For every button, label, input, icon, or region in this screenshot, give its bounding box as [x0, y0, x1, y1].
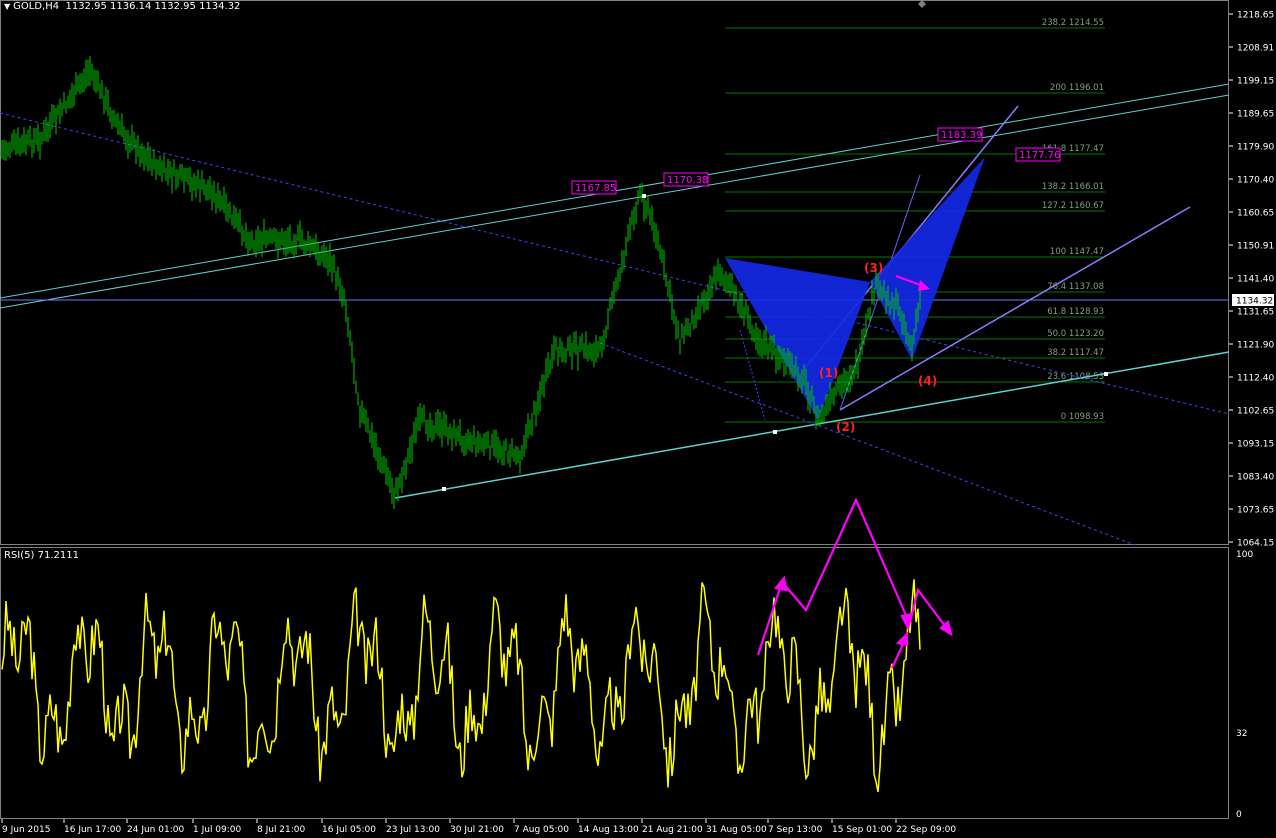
time-axis: 9 Jun 2015 16 Jun 17:00 24 Jun 01:00 1 Jul … [1, 819, 956, 835]
pattern-leg-dotted [739, 329, 766, 421]
price-tag-text: 1183.39 [941, 130, 982, 141]
time-axis-label: 31 Aug 05:00 [706, 825, 767, 835]
fib-level-label: 200 1196.01 [1050, 83, 1104, 93]
price-axis-label: 1199.15 [1237, 77, 1274, 87]
time-axis-label: 9 Jun 2015 [2, 825, 50, 835]
price-axis-label: 1112.40 [1237, 374, 1274, 384]
current-price-text: 1134.32 [1236, 297, 1273, 307]
time-axis-label: 30 Jul 21:00 [450, 825, 504, 835]
rsi-line [1, 579, 921, 793]
price-tag[interactable]: 1177.76 [1015, 147, 1061, 162]
time-axis-label: 7 Aug 05:00 [514, 825, 569, 835]
price-axis-label: 1150.91 [1237, 242, 1274, 252]
price-tag[interactable]: 1170.38 [663, 172, 709, 187]
price-tag-text: 1177.76 [1019, 150, 1060, 161]
fib-level-label: 138.2 1166.01 [1042, 182, 1104, 192]
price-tag-text: 1167.85 [575, 183, 616, 194]
rsi-indicator [1, 579, 921, 793]
fib-level-label: 61.8 1128.93 [1047, 307, 1104, 317]
time-axis-label: 15 Sep 01:00 [832, 825, 892, 835]
price-axis-label: 1141.40 [1237, 275, 1274, 285]
time-axis-label: 16 Jun 17:00 [64, 825, 121, 835]
price-tag[interactable]: 1167.85 [571, 180, 617, 195]
time-axis-label: 14 Aug 13:00 [578, 825, 639, 835]
chart-header: ▼ GOLD,H4 1132.95 1136.14 1132.95 1134.32 [4, 1, 240, 12]
fib-level-label: 76.4 1137.08 [1047, 282, 1104, 292]
price-axis-label: 1064.15 [1237, 539, 1274, 549]
price-axis-label: 1093.15 [1237, 440, 1274, 450]
ohlc-values: 1132.95 1136.14 1132.95 1134.32 [65, 1, 241, 12]
price-axis-label: 1218.65 [1237, 11, 1274, 21]
fib-level-label: 23.6 1108.53 [1047, 372, 1104, 382]
anchor-point[interactable] [1104, 372, 1108, 376]
rsi-axis: 100 32 0 [1236, 550, 1253, 820]
price-axis-label: 1121.90 [1237, 341, 1274, 351]
time-axis-label: 24 Jun 01:00 [127, 825, 184, 835]
current-price-marker: 1134.32 [1232, 294, 1274, 307]
wave-label-1: (1) [819, 366, 838, 380]
fib-level-label: 127.2 1160.67 [1042, 201, 1104, 211]
price-chart[interactable]: 238.2 1214.55200 1196.01161.8 1177.47138… [0, 0, 1276, 838]
price-axis-label: 1170.40 [1237, 176, 1274, 186]
price-axis-label: 1208.91 [1237, 44, 1274, 54]
symbol-label: GOLD,H4 [13, 1, 60, 12]
fib-level-label: 238.2 1214.55 [1042, 18, 1104, 28]
price-tag[interactable]: 1183.39 [937, 127, 983, 142]
price-axis: 1218.65 1208.91 1199.15 1189.65 1179.90 1170.… [1229, 11, 1274, 549]
time-axis-label: 22 Sep 09:00 [896, 825, 956, 835]
diamond-icon [918, 0, 926, 8]
price-axis-label: 1102.65 [1237, 407, 1274, 417]
harmonic-pattern[interactable] [725, 157, 985, 420]
pattern-triangle-2[interactable] [870, 157, 985, 360]
time-axis-label: 21 Aug 21:00 [642, 825, 703, 835]
wave-label-2: (2) [836, 420, 855, 434]
fib-level-label: 38.2 1117.47 [1047, 348, 1104, 358]
time-axis-label: 1 Jul 09:00 [193, 825, 242, 835]
price-axis-label: 1073.65 [1237, 506, 1274, 516]
rsi-axis-label: 32 [1236, 729, 1247, 739]
price-axis-label: 1179.90 [1237, 143, 1274, 153]
time-axis-label: 16 Jul 05:00 [322, 825, 376, 835]
time-axis-label: 7 Sep 13:00 [768, 825, 823, 835]
time-axis-label: 8 Jul 21:00 [257, 825, 306, 835]
fib-level-label: 0 1098.93 [1061, 412, 1104, 422]
main-panel-frame [0, 0, 1229, 545]
anchor-point[interactable] [642, 194, 646, 198]
wave-label-3: (3) [864, 261, 883, 275]
price-axis-label: 1160.65 [1237, 209, 1274, 219]
rsi-label: RSI(5) 71.2111 [4, 550, 79, 561]
anchor-point[interactable] [773, 430, 777, 434]
rsi-axis-label: 0 [1236, 810, 1242, 820]
wave-label-4: (4) [918, 374, 937, 388]
rsi-axis-label: 100 [1236, 550, 1253, 560]
price-axis-label: 1189.65 [1237, 110, 1274, 120]
price-tag-text: 1170.38 [667, 175, 708, 186]
time-axis-label: 23 Jul 13:00 [386, 825, 440, 835]
price-axis-label: 1083.40 [1237, 473, 1274, 483]
price-axis-label: 1131.65 [1237, 308, 1274, 318]
rsi-panel-frame [0, 547, 1229, 819]
menu-arrow-icon[interactable]: ▼ [4, 2, 10, 11]
fib-level-label: 100 1147.47 [1050, 247, 1104, 257]
fib-level-label: 50.0 1123.20 [1047, 329, 1104, 339]
anchor-point[interactable] [442, 487, 446, 491]
rsi-pattern-arrows[interactable] [756, 497, 953, 669]
